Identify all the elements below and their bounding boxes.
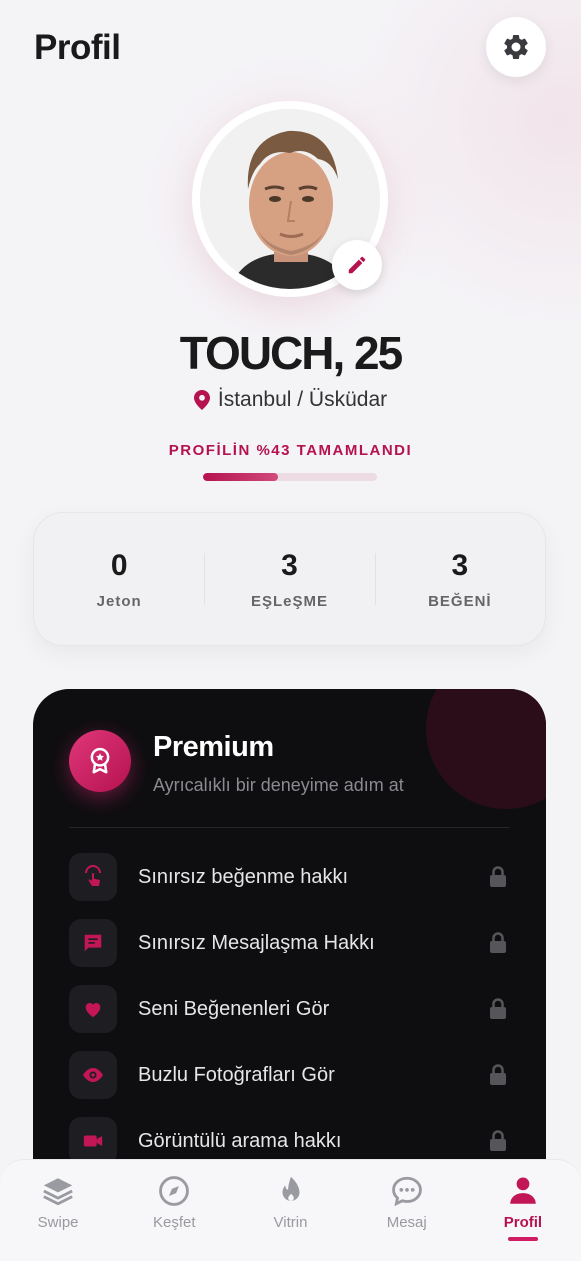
active-tab-indicator	[507, 1237, 538, 1241]
feature-icon-box	[69, 985, 117, 1033]
feature-label: Seni Beğenenleri Gör	[138, 997, 330, 1020]
feature-row-unlimited-messages[interactable]: Sınırsız Mesajlaşma Hakkı	[69, 919, 510, 967]
profile-completion-label: PROFİLİN %43 TAMAMLANDI	[168, 442, 413, 459]
compass-icon	[159, 1176, 190, 1206]
feature-label: Sınırsız beğenme hakkı	[138, 865, 349, 888]
nav-label: Keşfet	[153, 1214, 196, 1231]
user-icon	[510, 1177, 536, 1204]
lock-icon	[488, 998, 508, 1020]
user-name-age: TOUCH, 25	[179, 327, 403, 379]
nav-item-profile[interactable]: Profil	[465, 1160, 581, 1261]
message-icon	[84, 934, 102, 952]
feature-icon-box	[69, 853, 117, 901]
nav-label: Mesaj	[386, 1214, 427, 1231]
premium-card[interactable]: Premium Ayrıcalıklı bir deneyime adım at…	[33, 689, 546, 1209]
stat-label: BEĞENİ	[428, 592, 492, 610]
profile-completion-fill	[203, 473, 278, 481]
stat-tokens[interactable]: 0 Jeton	[34, 513, 204, 645]
profile-completion-bar	[203, 473, 377, 481]
feature-row-see-likes[interactable]: Seni Beğenenleri Gör	[69, 985, 510, 1033]
flame-icon	[282, 1176, 299, 1201]
lock-icon	[488, 1130, 508, 1152]
nav-label: Vitrin	[273, 1214, 308, 1231]
feature-row-unlimited-likes[interactable]: Sınırsız beğenme hakkı	[69, 853, 510, 901]
pencil-icon	[348, 256, 366, 274]
nav-item-showcase[interactable]: Vitrin	[232, 1160, 348, 1261]
nav-item-messages[interactable]: Mesaj	[349, 1160, 465, 1261]
feature-row-blurred-photos[interactable]: Buzlu Fotoğrafları Gör	[69, 1051, 510, 1099]
location-pin-icon	[193, 390, 210, 410]
stat-label: Jeton	[96, 592, 142, 610]
nav-label: Swipe	[37, 1214, 79, 1231]
feature-icon-box	[69, 1051, 117, 1099]
lock-icon	[488, 866, 508, 888]
gear-icon	[504, 34, 528, 59]
premium-subtitle: Ayrıcalıklı bir deneyime adım at	[153, 775, 404, 795]
stats-card: 0 Jeton 3 EŞLeŞME 3 BEĞENİ	[33, 512, 546, 646]
feature-row-video-call[interactable]: Görüntülü arama hakkı	[69, 1117, 510, 1165]
nav-item-swipe[interactable]: Swipe	[0, 1160, 116, 1261]
eye-icon	[83, 1068, 103, 1082]
award-icon	[90, 747, 110, 774]
nav-label: Profil	[503, 1214, 543, 1231]
edit-profile-button[interactable]	[332, 240, 382, 290]
premium-divider	[69, 827, 510, 828]
feature-label: Görüntülü arama hakkı	[138, 1129, 342, 1152]
bottom-nav: Swipe Keşfet Vitrin Mesaj Profil	[0, 1159, 581, 1261]
premium-decoration	[426, 689, 546, 809]
location-row: İstanbul / Üsküdar	[0, 388, 581, 412]
stat-matches[interactable]: 3 EŞLeŞME	[204, 513, 374, 645]
stat-likes[interactable]: 3 BEĞENİ	[374, 513, 545, 645]
stat-label: EŞLeŞME	[250, 592, 328, 610]
chat-icon	[391, 1176, 422, 1207]
premium-title: Premium	[153, 731, 274, 763]
page-title: Profil	[34, 28, 121, 67]
stat-value: 3	[451, 548, 469, 582]
feature-label: Buzlu Fotoğrafları Gör	[138, 1063, 335, 1086]
feature-label: Sınırsız Mesajlaşma Hakkı	[138, 931, 375, 954]
lock-icon	[488, 932, 508, 954]
location-text: İstanbul / Üsküdar	[217, 388, 388, 411]
tap-icon	[85, 865, 101, 886]
stat-value: 0	[110, 548, 128, 582]
settings-button[interactable]	[486, 17, 546, 77]
nav-item-explore[interactable]: Keşfet	[116, 1160, 232, 1261]
heart-icon	[85, 1003, 101, 1018]
feature-icon-box	[69, 919, 117, 967]
feature-icon-box	[69, 1117, 117, 1165]
layers-icon	[43, 1178, 73, 1206]
lock-icon	[488, 1064, 508, 1086]
premium-badge	[69, 730, 131, 792]
video-icon	[83, 1135, 103, 1147]
stat-value: 3	[281, 548, 298, 582]
